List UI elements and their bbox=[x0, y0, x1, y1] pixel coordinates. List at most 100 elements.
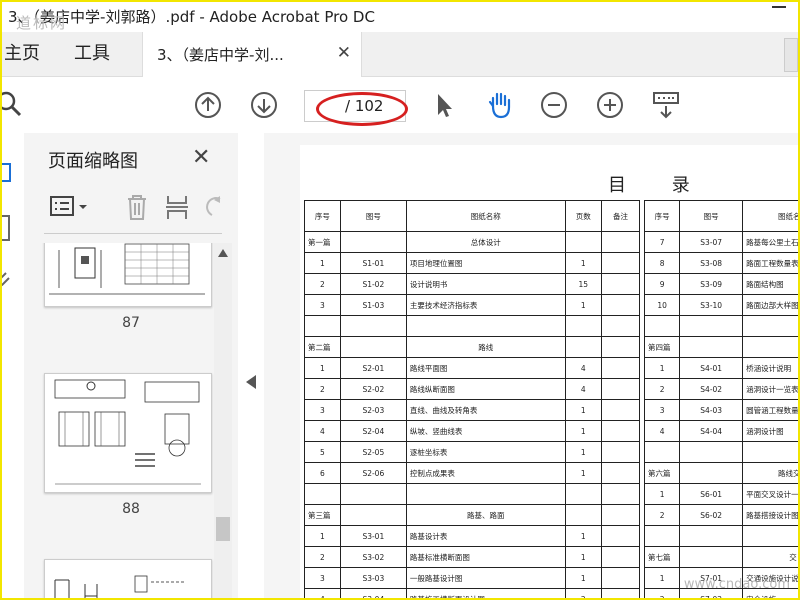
tab-tools[interactable]: 工具 bbox=[58, 32, 126, 76]
thumbnail-page-89[interactable] bbox=[44, 559, 212, 598]
toc-cell-seq: 1 bbox=[304, 357, 341, 379]
toc-cell-seq: 第三篇 bbox=[304, 504, 341, 526]
toc-cell-code: S3-01 bbox=[339, 525, 407, 547]
tab-close-button[interactable]: ✕ bbox=[337, 43, 351, 63]
toc-row: 第二篇 路线 bbox=[304, 336, 641, 358]
toc-cell-seq: 第四篇 bbox=[643, 336, 681, 358]
thumbnail-page-88[interactable] bbox=[44, 373, 212, 493]
toc-row: 4S3-04路基施工横断面设计图2 bbox=[304, 588, 641, 598]
tab-document-label: 3、（姜店中学-刘... bbox=[157, 46, 284, 64]
toc-cell-name bbox=[742, 441, 798, 463]
toc-cell-pages: 1 bbox=[564, 399, 602, 421]
panel-close-button[interactable]: ✕ bbox=[192, 145, 210, 170]
select-pointer-icon[interactable] bbox=[428, 89, 460, 121]
toc-cell-name: 路线纵断面图 bbox=[405, 378, 566, 400]
rotate-page-icon[interactable] bbox=[206, 195, 226, 219]
toc-cell-seq: 3 bbox=[643, 399, 681, 421]
next-page-icon[interactable] bbox=[248, 89, 280, 121]
options-menu-icon[interactable] bbox=[50, 195, 90, 219]
toc-cell-name bbox=[742, 315, 798, 337]
toc-row: 9 S3-09 路面结构图 bbox=[643, 273, 798, 295]
thumbnail-label: 87 bbox=[122, 315, 140, 331]
panel-divider bbox=[44, 233, 222, 234]
toc-cell-pages bbox=[564, 336, 602, 358]
toc-cell-name: 路面边部大样图 bbox=[742, 294, 798, 316]
toc-cell-name: 路线交叉 bbox=[742, 462, 798, 484]
zoom-out-icon[interactable] bbox=[538, 89, 570, 121]
attachments-icon[interactable] bbox=[0, 269, 14, 291]
toc-cell-note bbox=[600, 273, 641, 295]
toc-cell-name: 路基标准横断面图 bbox=[405, 546, 566, 568]
toc-cell-pages bbox=[564, 483, 602, 505]
keyboard-scroll-icon[interactable] bbox=[650, 89, 682, 121]
document-view[interactable]: 目 录 序号 图号 图纸名称 页数 备注 第一篇 总体设计 1 S1-01 项目地理位置图 1 2 S1… bbox=[264, 133, 798, 598]
toc-cell-note bbox=[600, 252, 641, 274]
toc-cell-seq: 3 bbox=[304, 399, 341, 421]
tab-document[interactable]: 3、（姜店中学-刘... ✕ bbox=[142, 32, 362, 77]
delete-page-icon[interactable] bbox=[124, 193, 150, 221]
toc-cell-name: 涵洞设计一览表 bbox=[742, 378, 798, 400]
toc-cell-code bbox=[339, 336, 407, 358]
zoom-in-icon[interactable] bbox=[594, 89, 626, 121]
tab-scroll-handle[interactable] bbox=[784, 38, 798, 72]
toc-cell-code: S1-03 bbox=[339, 294, 407, 316]
thumbnail-scrollbar[interactable] bbox=[214, 243, 232, 598]
toc-cell-seq bbox=[643, 315, 681, 337]
panel-collapse-button[interactable] bbox=[238, 133, 264, 598]
toc-cell-note bbox=[600, 483, 641, 505]
toc-cell-code: S2-05 bbox=[339, 441, 407, 463]
toc-cell-seq bbox=[643, 441, 681, 463]
extract-page-icon[interactable] bbox=[164, 193, 190, 221]
thumbnail-page-87[interactable] bbox=[44, 243, 212, 307]
toc-cell-seq: 2 bbox=[304, 546, 341, 568]
toc-cell-note bbox=[600, 294, 641, 316]
scroll-up-arrow-icon[interactable] bbox=[218, 249, 228, 257]
toc-cell-pages: 1 bbox=[564, 441, 602, 463]
tab-home[interactable]: 主页 bbox=[2, 32, 56, 76]
toc-cell-seq: 第六篇 bbox=[643, 462, 681, 484]
toc-row: 1 S1-01 项目地理位置图 1 bbox=[304, 252, 641, 274]
toc-cell-seq: 4 bbox=[304, 588, 341, 598]
toc-cell-code bbox=[679, 315, 744, 337]
toc-cell-code bbox=[679, 525, 744, 547]
toc-header-cell: 序号 bbox=[304, 200, 341, 232]
toc-cell-pages: 1 bbox=[564, 252, 602, 274]
toc-cell-code: S1-01 bbox=[339, 252, 407, 274]
toc-cell-seq: 2 bbox=[304, 273, 341, 295]
hand-tool-icon[interactable] bbox=[484, 89, 516, 121]
toc-cell-name bbox=[742, 336, 798, 358]
toc-cell-seq: 1 bbox=[643, 483, 681, 505]
toc-cell-name: 路基设计表 bbox=[405, 525, 566, 547]
toc-header-cell: 图纸名称 bbox=[405, 200, 566, 232]
red-highlight-annotation bbox=[316, 92, 408, 126]
toc-cell-seq: 10 bbox=[643, 294, 681, 316]
toc-cell-seq: 第一篇 bbox=[304, 231, 341, 253]
toc-row: 1 S3-01 路基设计表 1 bbox=[304, 525, 641, 547]
toc-header-cell: 页数 bbox=[564, 200, 602, 232]
toc-row: 6 S2-06 控制点成果表 1 bbox=[304, 462, 641, 484]
toc-cell-code: S2-03 bbox=[339, 399, 407, 421]
toc-cell-seq: 6 bbox=[304, 462, 341, 484]
toc-cell-name: 路面工程数量表 bbox=[742, 252, 798, 274]
toc-cell-code: S3-03 bbox=[339, 567, 407, 589]
thumbnail-list: 87 88 bbox=[24, 243, 238, 598]
scrollbar-thumb[interactable] bbox=[216, 517, 230, 541]
toc-cell-seq: 1 bbox=[643, 567, 681, 589]
toc-row: 第七篇 交 bbox=[643, 546, 798, 568]
toc-cell-note bbox=[600, 357, 641, 379]
toc-cell-name: 总体设计 bbox=[405, 231, 566, 253]
toc-cell-code: S3-09 bbox=[679, 273, 744, 295]
toc-table-right: 序号图号图纸名称7S3-07路基每公里土石8S3-08路面工程数量表9S3-09… bbox=[643, 200, 798, 598]
toc-cell-name: 项目地理位置图 bbox=[405, 252, 566, 274]
panel-toolbar bbox=[44, 191, 224, 223]
search-icon[interactable] bbox=[2, 89, 26, 121]
toc-row: 3S4-03圆管涵工程数量表 bbox=[643, 399, 798, 421]
toc-cell-note bbox=[600, 462, 641, 484]
previous-page-icon[interactable] bbox=[192, 89, 224, 121]
toc-cell-pages: 1 bbox=[564, 294, 602, 316]
toc-cell-seq: 1 bbox=[304, 252, 341, 274]
page-thumbnails-icon[interactable] bbox=[0, 159, 18, 185]
minimize-button[interactable] bbox=[772, 6, 786, 8]
toc-cell-name: 纵坡、竖曲线表 bbox=[405, 420, 566, 442]
bookmarks-icon[interactable] bbox=[0, 213, 14, 243]
